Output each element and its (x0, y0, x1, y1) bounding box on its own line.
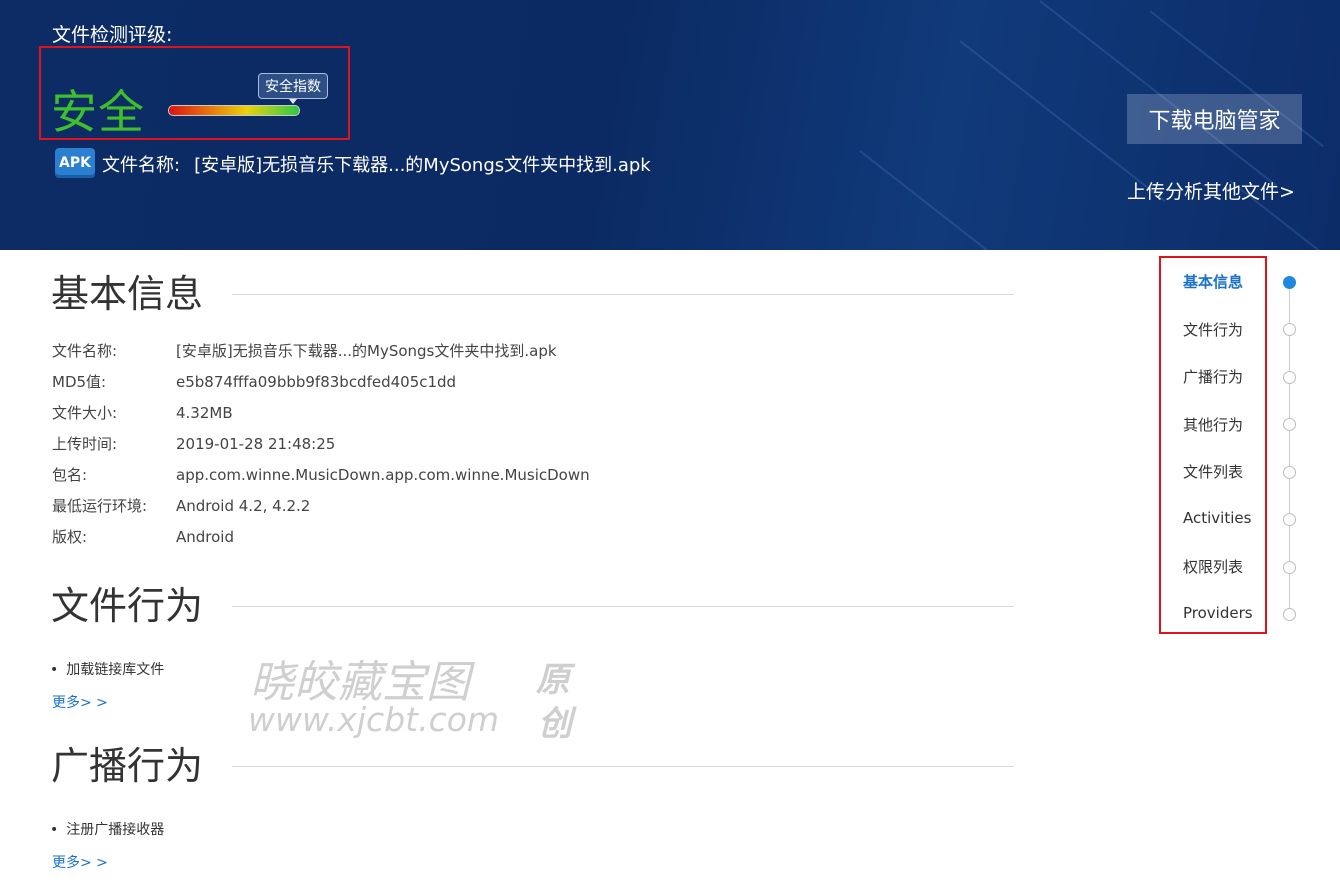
info-value: 4.32MB (176, 404, 233, 422)
info-value: Android (176, 528, 234, 546)
file-name-value: [安卓版]无损音乐下载器...的MySongs文件夹中找到.apk (194, 155, 651, 176)
list-item: 加载链接库文件 (50, 659, 164, 679)
info-value: [安卓版]无损音乐下载器...的MySongs文件夹中找到.apk (176, 342, 557, 360)
rating-label: 文件检测评级: (52, 24, 173, 46)
nav-dot-providers[interactable] (1283, 608, 1296, 621)
upload-other-file-link[interactable]: 上传分析其他文件> (1127, 177, 1295, 204)
section-divider (232, 294, 1014, 295)
nav-item-file-list[interactable]: 文件列表 (1183, 461, 1243, 482)
more-link-file-behavior[interactable]: 更多> > (52, 692, 108, 712)
security-index-bar (168, 105, 300, 116)
info-key: 版权: (52, 528, 88, 546)
nav-dot-other-behavior[interactable] (1283, 418, 1296, 431)
info-key: MD5值: (52, 373, 107, 391)
nav-dot-broadcast-behavior[interactable] (1283, 371, 1296, 384)
info-value: e5b874fffa09bbb9f83bcdfed405c1dd (176, 373, 457, 391)
info-value: Android 4.2, 4.2.2 (176, 497, 311, 515)
download-pc-manager-button[interactable]: 下载电脑管家 (1127, 94, 1302, 144)
info-row: 包名: app.com.winne.MusicDown.app.com.winne… (52, 464, 590, 485)
list-item: 注册广播接收器 (50, 819, 164, 839)
info-key: 最低运行环境: (52, 497, 148, 515)
info-row: MD5值: e5b874fffa09bbb9f83bcdfed405c1dd (52, 371, 456, 392)
security-index-tooltip: 安全指数 (258, 73, 328, 104)
nav-dot-file-behavior[interactable] (1283, 323, 1296, 336)
nav-dot-file-list[interactable] (1283, 466, 1296, 479)
info-key: 文件名称: (52, 342, 118, 360)
header-file-name: 文件名称: [安卓版]无损音乐下载器...的MySongs文件夹中找到.apk (102, 151, 665, 177)
info-key: 包名: (52, 466, 88, 484)
apk-file-icon: APK (55, 148, 95, 178)
side-nav-highlight-box (1159, 256, 1267, 634)
file-name-label: 文件名称: (102, 155, 181, 176)
more-link-broadcast-behavior[interactable]: 更多> > (52, 852, 108, 872)
section-title-file-behavior: 文件行为 (51, 584, 204, 628)
watermark-side-1: 原 (536, 660, 570, 700)
watermark-side-2: 创 (538, 704, 572, 744)
info-value: app.com.winne.MusicDown.app.com.winne.Mu… (176, 466, 590, 484)
info-row: 文件大小: 4.32MB (52, 402, 233, 423)
section-title-broadcast-behavior: 广播行为 (51, 744, 204, 788)
info-row: 文件名称: [安卓版]无损音乐下载器...的MySongs文件夹中找到.apk (52, 340, 557, 361)
nav-dot-basic-info[interactable] (1283, 276, 1296, 289)
nav-item-permissions[interactable]: 权限列表 (1183, 556, 1243, 577)
nav-item-file-behavior[interactable]: 文件行为 (1183, 319, 1243, 340)
section-divider (232, 606, 1014, 607)
rating-value: 安全 (51, 85, 145, 139)
info-row: 上传时间: 2019-01-28 21:48:25 (52, 433, 335, 454)
banner-streak (859, 150, 1019, 250)
watermark-url: www.xjcbt.com (248, 700, 500, 739)
section-title-basic-info: 基本信息 (51, 272, 204, 316)
info-key: 文件大小: (52, 404, 118, 422)
info-value: 2019-01-28 21:48:25 (176, 435, 336, 453)
info-key: 上传时间: (52, 435, 118, 453)
section-divider (232, 766, 1014, 767)
nav-item-other-behavior[interactable]: 其他行为 (1183, 414, 1243, 435)
nav-dot-permissions[interactable] (1283, 561, 1296, 574)
nav-item-broadcast-behavior[interactable]: 广播行为 (1183, 366, 1243, 387)
info-row: 最低运行环境: Android 4.2, 4.2.2 (52, 495, 310, 516)
nav-item-activities[interactable]: Activities (1183, 509, 1251, 527)
nav-dot-activities[interactable] (1283, 513, 1296, 526)
nav-item-basic-info[interactable]: 基本信息 (1183, 271, 1243, 292)
info-row: 版权: Android (52, 526, 234, 547)
nav-item-providers[interactable]: Providers (1183, 604, 1253, 622)
